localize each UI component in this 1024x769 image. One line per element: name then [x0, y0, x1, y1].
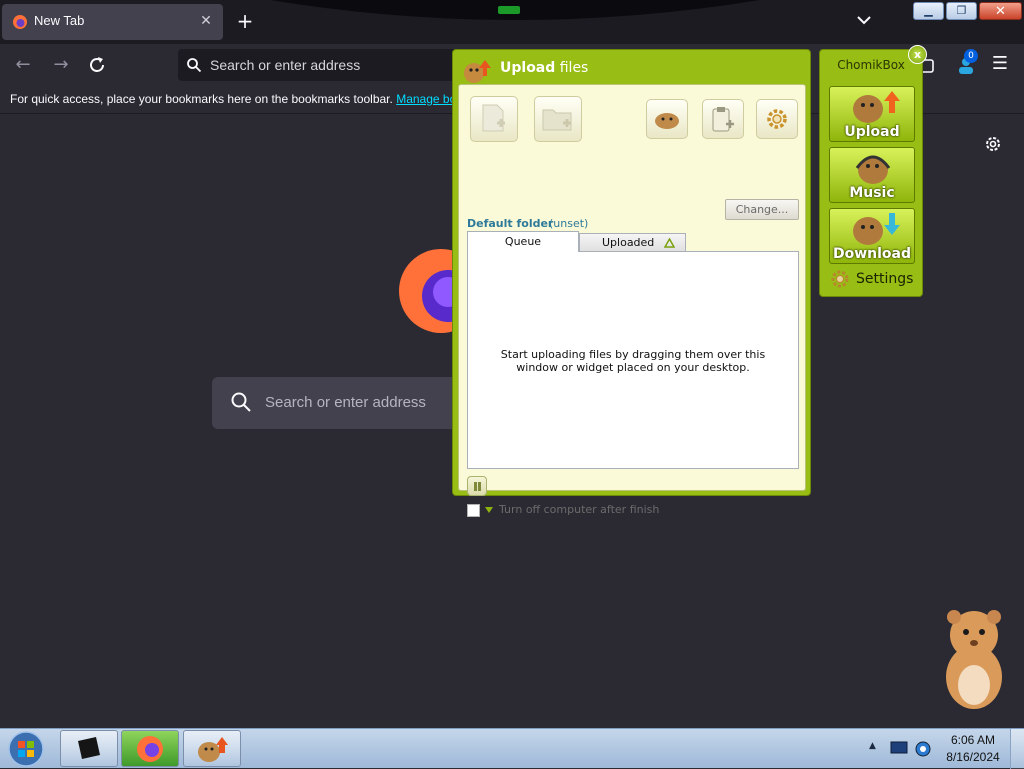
tab-new-tab[interactable]: New Tab ✕ [2, 4, 223, 40]
chomikbox-music-label: Music [849, 185, 895, 201]
add-folder-icon [542, 109, 572, 131]
taskbar-firefox[interactable] [121, 730, 179, 767]
restore-button[interactable]: ❐ [946, 2, 977, 20]
back-icon[interactable]: ← [12, 54, 34, 76]
show-desktop-button[interactable] [1010, 729, 1024, 769]
chomikbox-icon [198, 736, 228, 762]
chomikbox-download-button[interactable]: Download [829, 208, 915, 264]
upload-queue-list[interactable]: Start uploading files by dragging them o… [467, 251, 799, 469]
hamster-icon [655, 113, 679, 129]
tab-queue[interactable]: Queue [467, 231, 579, 252]
shutdown-checkbox[interactable] [467, 504, 480, 517]
title-bold: Upload [500, 60, 556, 76]
start-button-icon[interactable] [6, 730, 46, 768]
download-hamster-icon [853, 213, 900, 245]
new-tab-button[interactable]: + [234, 9, 256, 33]
chomikbox-upload-button[interactable]: Upload [829, 86, 915, 142]
chomikbox-music-button[interactable]: Music [829, 147, 915, 203]
tab-close-icon[interactable]: ✕ [197, 12, 215, 30]
tab-uploaded[interactable]: Uploaded [579, 233, 686, 252]
chomikbox-upload-label: Upload [844, 124, 900, 140]
upload-files-window: Upload files Default folder (unset) Chan… [452, 49, 811, 517]
newtab-search-icon [231, 392, 251, 412]
add-file-icon [482, 104, 505, 132]
network-icon[interactable] [890, 741, 908, 755]
notification-badge: 0 [964, 49, 978, 63]
search-icon [187, 58, 202, 73]
chomikbox-panel: ChomikBox Upload Music Download Settings [819, 49, 923, 297]
firefox-icon [137, 735, 163, 762]
change-folder-button[interactable]: Change... [725, 199, 799, 220]
window-controls: ▁ ❐ ✕ [913, 2, 1022, 22]
minimize-button[interactable]: ▁ [913, 2, 944, 20]
manage-bookmarks-link[interactable]: Manage bo [396, 92, 456, 106]
close-window-button[interactable]: ✕ [979, 2, 1022, 20]
upload-hamster-icon [853, 91, 900, 123]
upload-window-body: Default folder (unset) Change... Queue U… [458, 84, 806, 517]
triangle-down-icon [485, 507, 493, 513]
clock-date[interactable]: 8/16/2024 [942, 750, 1004, 764]
reload-icon[interactable] [86, 54, 108, 76]
default-folder-value[interactable]: (unset) [549, 217, 588, 230]
chomik-button[interactable] [646, 99, 688, 139]
upload-settings-button[interactable] [756, 99, 798, 139]
tab-title: New Tab [34, 13, 85, 28]
queue-empty-message: Start uploading files by dragging them o… [500, 348, 766, 374]
add-folder-button[interactable] [534, 96, 582, 142]
music-hamster-icon [855, 155, 891, 184]
taskbar-chomikbox[interactable] [183, 730, 241, 767]
terminal-icon [78, 736, 100, 759]
default-folder-label: Default folder [467, 217, 554, 230]
app-menu-icon[interactable]: ☰ [990, 54, 1010, 74]
chomikbox-close-icon[interactable]: x [908, 45, 927, 64]
newtab-search-placeholder: Search or enter address [265, 394, 426, 411]
windows-taskbar: ▲ 6:06 AM 8/16/2024 [0, 728, 1024, 769]
tab-uploaded-label: Uploaded [602, 236, 655, 249]
clipboard-icon [712, 107, 734, 132]
settings-gear-icon[interactable] [830, 269, 850, 289]
customize-gear-icon[interactable] [983, 134, 1003, 154]
forward-icon[interactable]: → [50, 54, 72, 76]
pause-button[interactable] [467, 476, 487, 496]
show-hidden-icons[interactable]: ▲ [869, 741, 876, 751]
add-files-button[interactable] [470, 96, 518, 142]
address-bar[interactable]: Search or enter address [178, 49, 478, 81]
chomikbox-download-label: Download [832, 246, 912, 262]
chomikbox-title: ChomikBox [837, 58, 905, 72]
account-button[interactable]: 0 [955, 49, 978, 75]
hamster-desktop-widget[interactable] [938, 605, 1010, 710]
tab-strip: New Tab ✕ + ▁ ❐ ✕ [0, 0, 1024, 44]
firefox-favicon-icon [13, 15, 27, 29]
list-all-tabs-icon[interactable] [854, 10, 874, 30]
clock-time[interactable]: 6:06 AM [942, 733, 1004, 747]
chomikbox-settings-link[interactable]: Settings [856, 271, 913, 287]
title-rest: files [559, 60, 589, 76]
window-decoration [270, 0, 760, 20]
bookmarks-hint: For quick access, place your bookmarks h… [10, 92, 456, 106]
settings-gear-icon [767, 109, 787, 129]
taskbar-terminal[interactable] [60, 730, 118, 767]
upload-window-title: Upload files [500, 60, 588, 76]
triangle-up-icon [664, 238, 675, 248]
shutdown-label: Turn off computer after finish [499, 503, 660, 516]
volume-icon[interactable] [914, 740, 932, 758]
address-placeholder: Search or enter address [210, 57, 361, 73]
add-from-clipboard-button[interactable] [702, 99, 744, 139]
bookmarks-hint-text: For quick access, place your bookmarks h… [10, 92, 393, 106]
chomik-upload-icon [464, 60, 491, 83]
